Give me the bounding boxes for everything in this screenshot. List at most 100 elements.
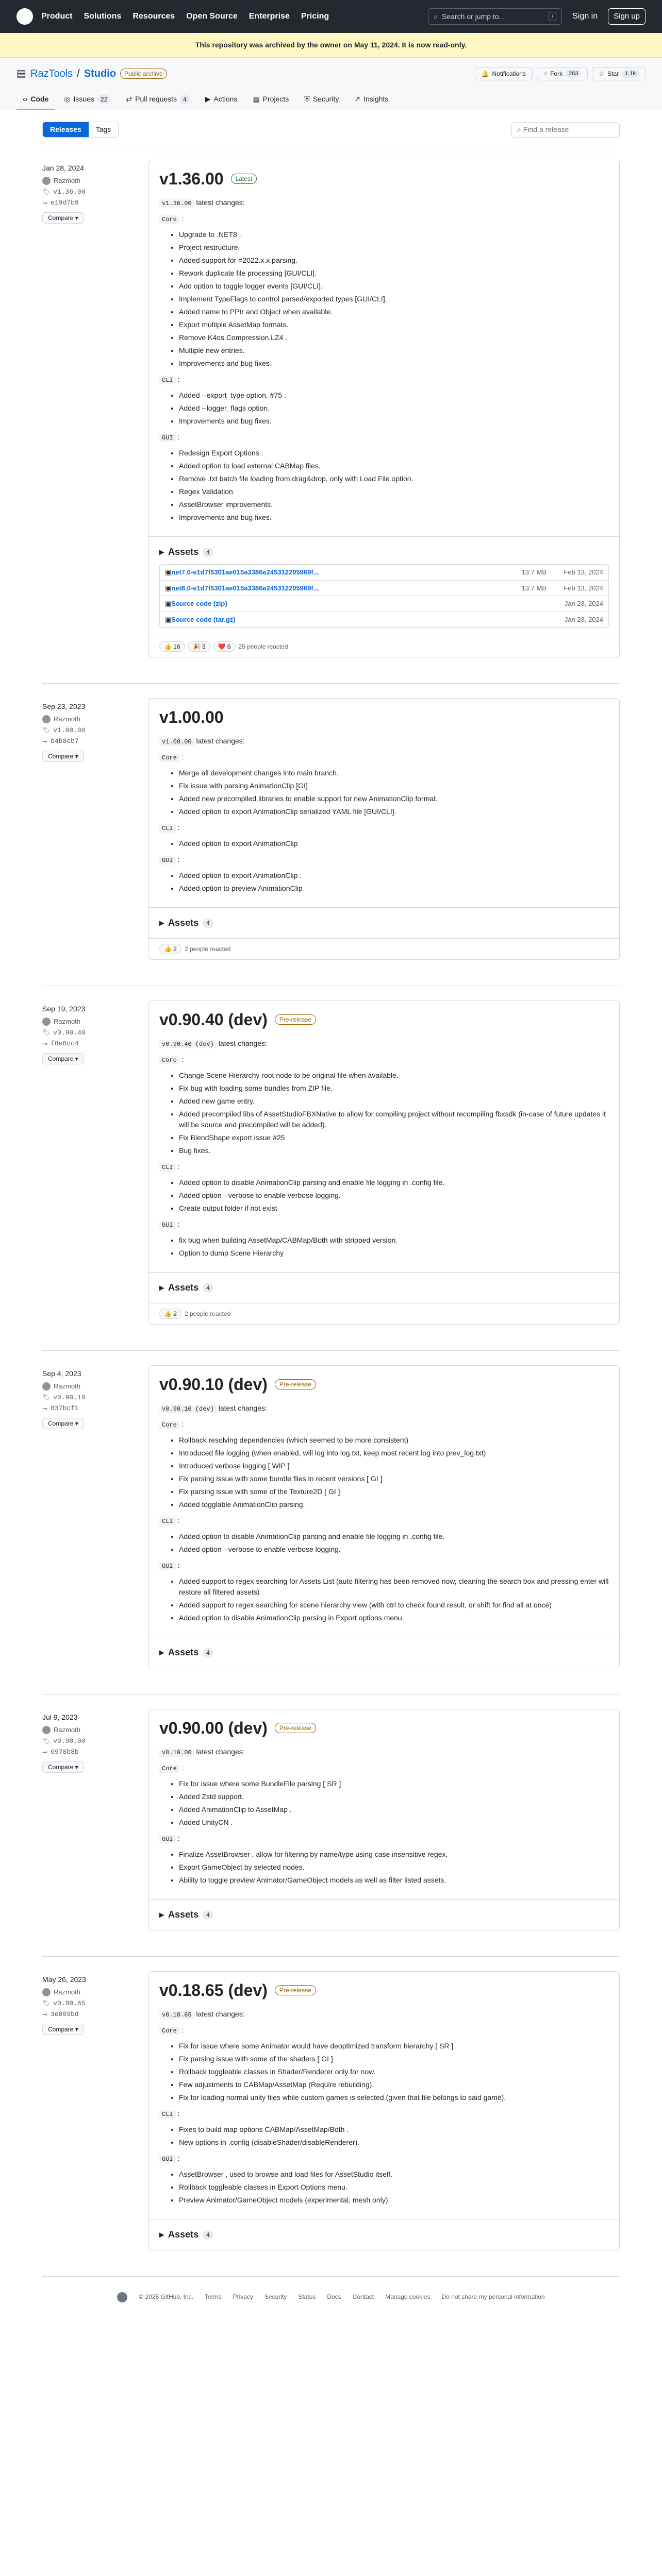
avatar[interactable]: [42, 1725, 51, 1734]
nav-solutions[interactable]: Solutions: [84, 10, 121, 23]
footer-link[interactable]: Status: [298, 2292, 316, 2302]
avatar[interactable]: [42, 1382, 51, 1391]
compare-button[interactable]: Compare ▾: [42, 1053, 84, 1064]
tab-pull-requests[interactable]: ⇄ Pull requests 4: [120, 90, 195, 110]
release-author[interactable]: Razmoth: [54, 176, 80, 186]
tab-code[interactable]: ‹› Code: [16, 90, 55, 110]
avatar[interactable]: [42, 715, 51, 723]
release-title[interactable]: v0.90.00 (dev): [159, 1718, 268, 1738]
reaction-button[interactable]: 👍 2: [159, 1309, 181, 1319]
search-input[interactable]: ⌕ Search or jump to... /: [428, 8, 562, 25]
repo-owner-link[interactable]: RazTools: [30, 66, 73, 81]
tags-tab[interactable]: Tags: [89, 122, 119, 137]
reaction-button[interactable]: 👍 2: [159, 944, 181, 954]
avatar[interactable]: [42, 176, 51, 185]
release-commit[interactable]: e19d7b9: [51, 198, 79, 208]
release-commit[interactable]: 837bcf1: [51, 1403, 79, 1414]
release-commit[interactable]: b4b8cb7: [51, 736, 79, 747]
nav-resources[interactable]: Resources: [133, 10, 175, 23]
avatar[interactable]: [42, 1988, 51, 1996]
release-tag[interactable]: v0.80.65: [53, 1998, 85, 2009]
release-author[interactable]: Razmoth: [54, 1381, 80, 1392]
asset-link[interactable]: net7.0-e1d7f5301ae015a3386e245312205969f…: [171, 567, 505, 578]
release-author[interactable]: Razmoth: [54, 714, 80, 724]
tab-actions[interactable]: ▶ Actions: [199, 90, 244, 110]
tab-projects[interactable]: ▦ Projects: [246, 90, 295, 110]
assets-toggle[interactable]: ▸ Assets 4: [159, 545, 609, 559]
release-tag[interactable]: v0.90.00: [53, 1736, 85, 1747]
fork-button[interactable]: ⑂ Fork 283: [536, 67, 588, 80]
chevron-down-icon: ▾: [73, 1419, 78, 1427]
release-tag[interactable]: v1.00.00: [53, 725, 85, 736]
nav-pricing[interactable]: Pricing: [301, 10, 329, 23]
release-title[interactable]: v1.36.00: [159, 168, 224, 189]
compare-button[interactable]: Compare ▾: [42, 212, 84, 224]
find-release-input[interactable]: ⌕ Find a release: [511, 122, 620, 138]
compare-button[interactable]: Compare ▾: [42, 1417, 84, 1429]
release-commit[interactable]: 6978b8b: [51, 1747, 79, 1757]
release-author[interactable]: Razmoth: [54, 1987, 80, 1997]
repo-name-link[interactable]: Studio: [84, 66, 116, 81]
release-card: v1.00.00v1.00.00 latest changes:Core :Me…: [148, 698, 620, 960]
avatar[interactable]: [42, 1017, 51, 1026]
reaction-button[interactable]: ❤️ 6: [213, 641, 236, 652]
compare-button[interactable]: Compare ▾: [42, 750, 84, 762]
release-author[interactable]: Razmoth: [54, 1016, 80, 1027]
assets-toggle[interactable]: ▸ Assets 4: [159, 1646, 609, 1659]
reactions-bar: 👍 22 people reacted: [149, 938, 619, 959]
sign-up-button[interactable]: Sign up: [608, 8, 646, 25]
asset-link[interactable]: Source code (tar.gz): [171, 615, 505, 625]
caret-right-icon: ▸: [159, 547, 164, 557]
section-list: Upgrade to .NET8 . Project restructure. Ad…: [159, 229, 609, 369]
assets-toggle[interactable]: ▸ Assets 4: [159, 916, 609, 930]
compare-button[interactable]: Compare ▾: [42, 1761, 84, 1773]
section-list: AssetBrowser , used to browse and load f…: [159, 2169, 609, 2206]
nav-enterprise[interactable]: Enterprise: [249, 10, 290, 23]
nav-open-source[interactable]: Open Source: [186, 10, 238, 23]
release-author[interactable]: Razmoth: [54, 1725, 80, 1735]
release-meta: Sep 19, 2023 Razmoth 🏷 v0.90.40 ⊸ f8e8cc4 Comp…: [42, 1001, 148, 1325]
reaction-button[interactable]: 👍 16: [159, 641, 185, 652]
footer-link[interactable]: Do not share my personal information: [441, 2292, 544, 2302]
release-tag[interactable]: v1.36.00: [53, 187, 85, 197]
reaction-button[interactable]: 🎉 3: [188, 641, 210, 652]
commit-line: ⊸ 6978b8b: [42, 1747, 148, 1757]
compare-button[interactable]: Compare ▾: [42, 2023, 84, 2035]
release-commit[interactable]: f8e8cc4: [51, 1039, 79, 1049]
asset-link[interactable]: Source code (zip): [171, 599, 505, 609]
asset-row: ▣ Source code (tar.gz) Jan 28, 2024: [160, 611, 608, 628]
release-intro-code: v0.90.40 (dev): [159, 1040, 217, 1048]
footer-link[interactable]: Docs: [327, 2292, 341, 2302]
assets-section: ▸ Assets 4: [149, 1272, 619, 1303]
asset-link[interactable]: net8.0-e1d7f5301ae015a3386e245312205969f…: [171, 583, 505, 594]
nav-product[interactable]: Product: [41, 10, 72, 23]
release-title[interactable]: v0.18.65 (dev): [159, 1980, 268, 2001]
tab-security[interactable]: ⛨ Security: [298, 90, 345, 110]
footer-link[interactable]: Manage cookies: [385, 2292, 430, 2302]
footer-link[interactable]: Security: [264, 2292, 287, 2302]
releases-tab[interactable]: Releases: [43, 122, 89, 137]
tab-issues[interactable]: ◎ Issues 22: [58, 90, 117, 110]
github-logo-icon[interactable]: [16, 8, 33, 25]
release-tag[interactable]: v0.90.40: [53, 1028, 85, 1038]
assets-toggle[interactable]: ▸ Assets 4: [159, 2228, 609, 2242]
assets-toggle[interactable]: ▸ Assets 4: [159, 1908, 609, 1922]
release-commit[interactable]: 3e809bd: [51, 2009, 79, 2020]
package-icon: ▣: [165, 600, 172, 607]
tab-icon: ‹›: [23, 95, 28, 103]
release-title[interactable]: v0.90.40 (dev): [159, 1009, 268, 1030]
release-tag[interactable]: v0.90.10: [53, 1393, 85, 1403]
footer-link[interactable]: Contact: [353, 2292, 374, 2302]
release-title[interactable]: v1.00.00: [159, 707, 224, 727]
notifications-button[interactable]: 🔔 Notifications: [474, 67, 533, 80]
section-name: CLI: [159, 824, 176, 833]
footer-link[interactable]: Privacy: [233, 2292, 253, 2302]
footer-link[interactable]: Terms: [205, 2292, 222, 2302]
star-button[interactable]: ☆ Star 1.1k: [592, 67, 646, 80]
list-item: AssetBrowser improvements.: [179, 499, 609, 510]
sign-in-link[interactable]: Sign in: [568, 10, 602, 23]
release-title[interactable]: v0.90.10 (dev): [159, 1374, 268, 1395]
assets-toggle[interactable]: ▸ Assets 4: [159, 1281, 609, 1295]
tab-insights[interactable]: ↗ Insights: [348, 90, 394, 110]
github-logo-icon[interactable]: [117, 2292, 128, 2302]
